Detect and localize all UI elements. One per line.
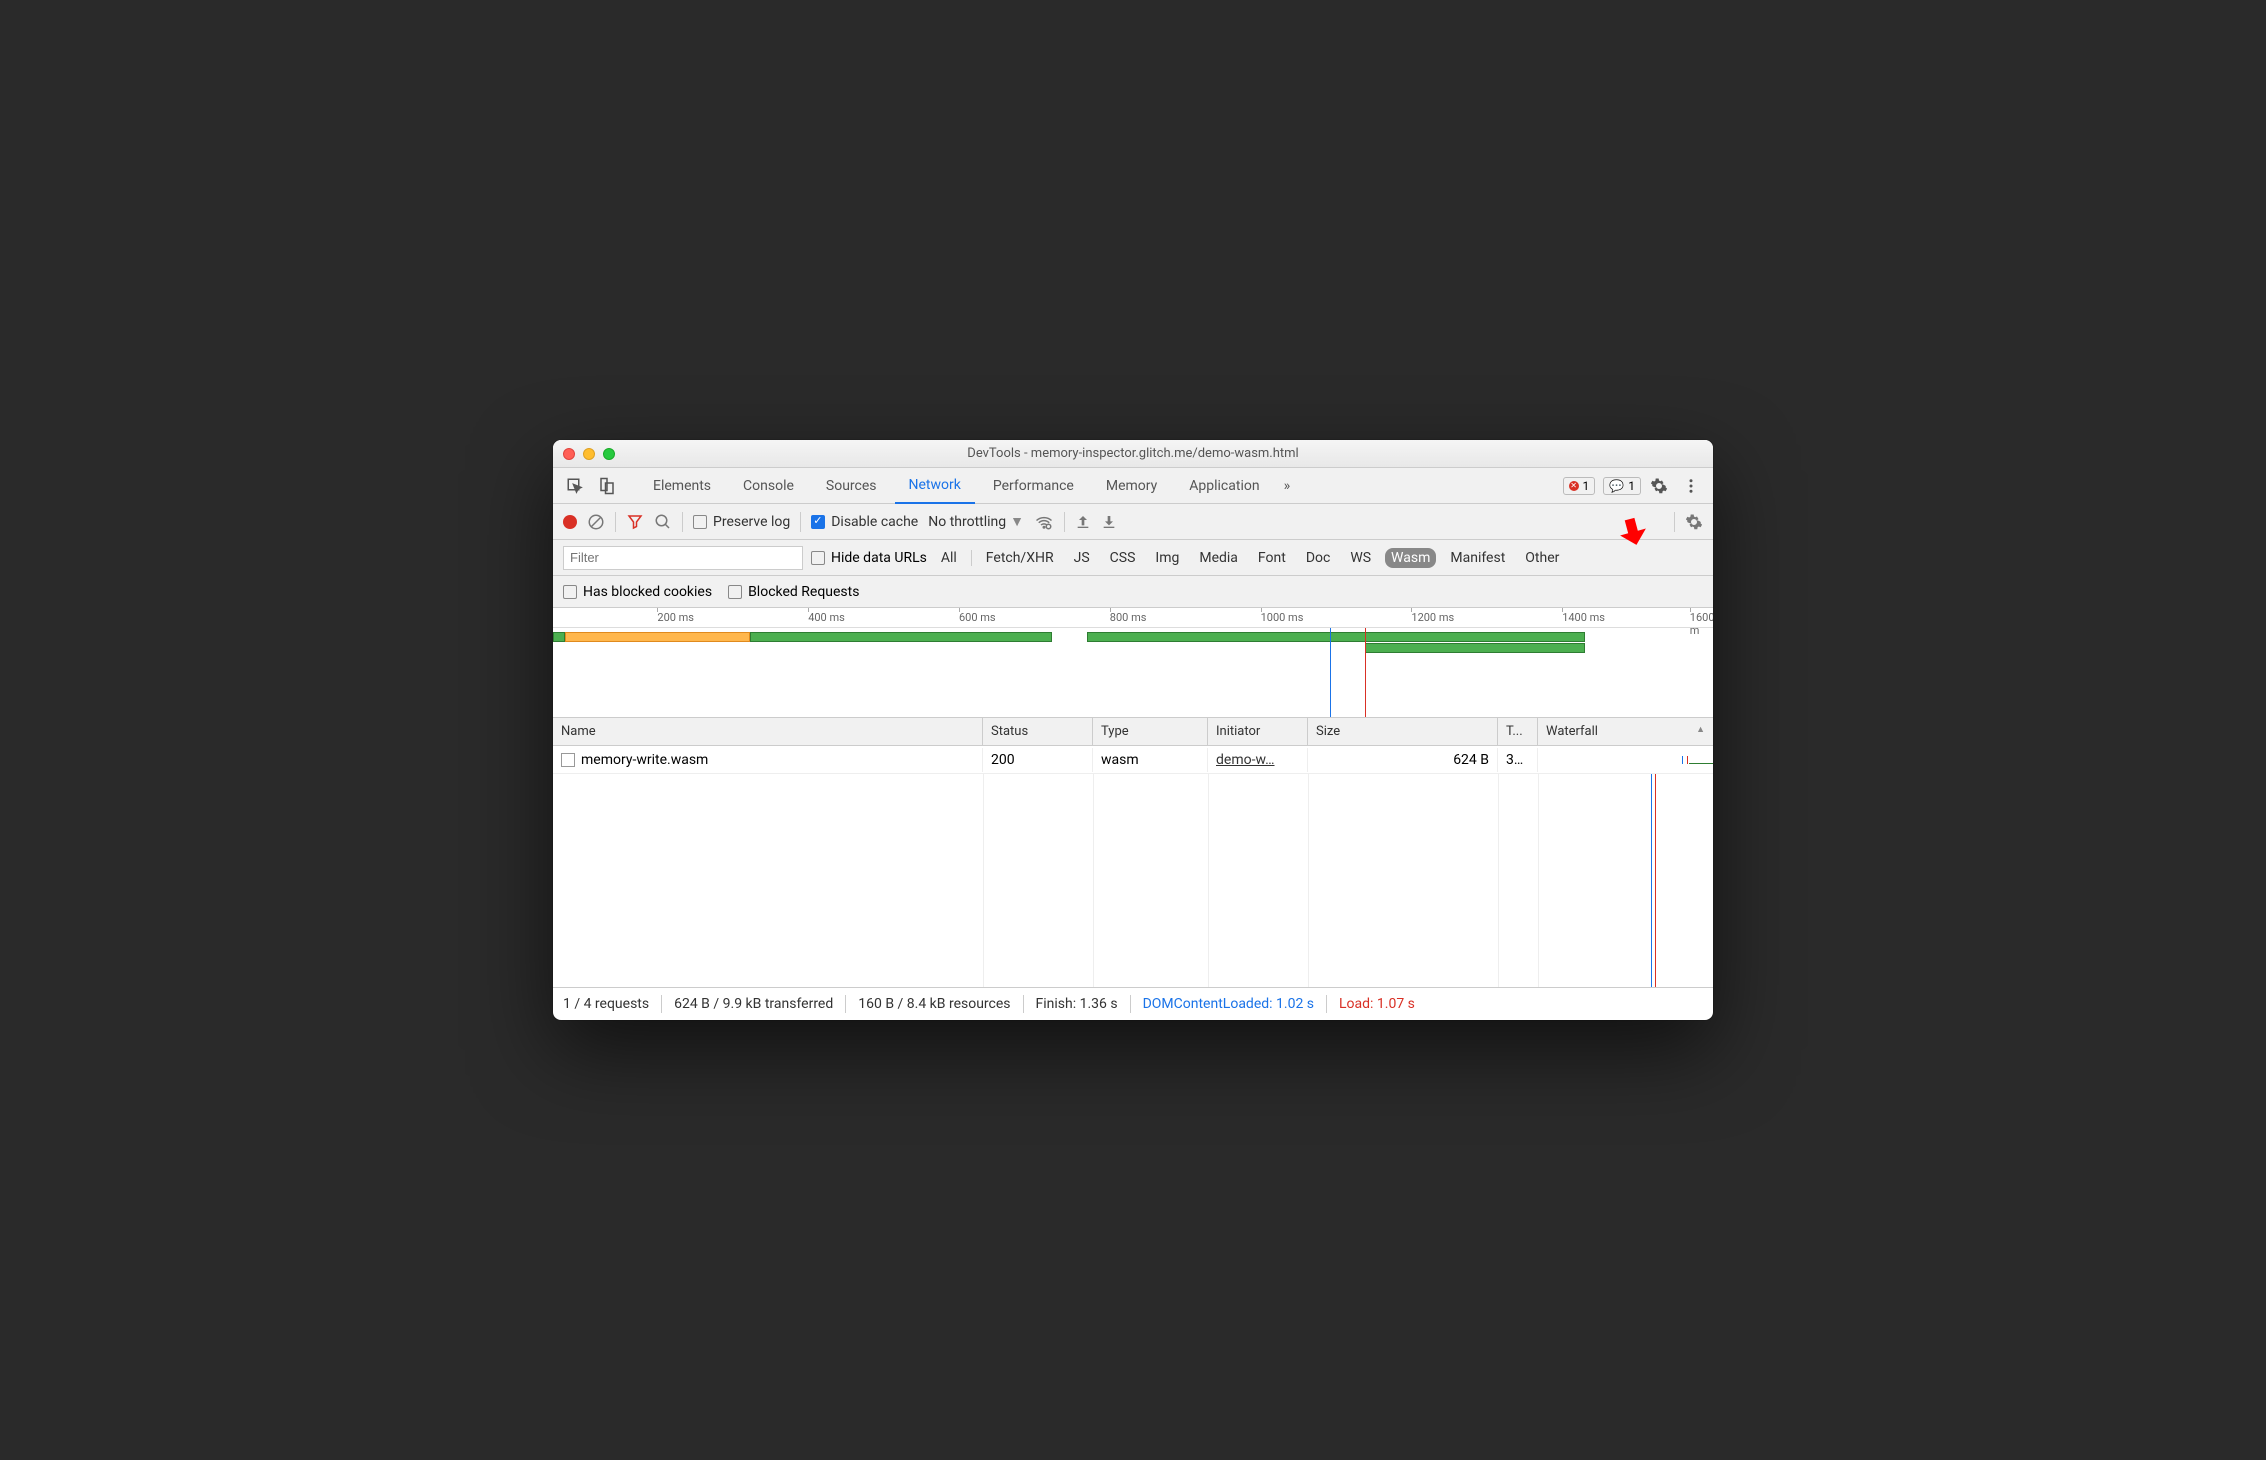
th-status[interactable]: Status bbox=[983, 718, 1093, 745]
titlebar: DevTools - memory-inspector.glitch.me/de… bbox=[553, 440, 1713, 468]
cell-waterfall bbox=[1538, 756, 1713, 764]
type-css[interactable]: CSS bbox=[1104, 548, 1142, 568]
type-other[interactable]: Other bbox=[1519, 548, 1565, 568]
th-waterfall[interactable]: Waterfall bbox=[1538, 718, 1713, 745]
main-tabs: Elements Console Sources Network Perform… bbox=[553, 468, 1713, 504]
load-marker bbox=[1365, 628, 1366, 717]
type-manifest[interactable]: Manifest bbox=[1444, 548, 1511, 568]
tab-elements[interactable]: Elements bbox=[639, 468, 725, 504]
tab-memory[interactable]: Memory bbox=[1092, 468, 1171, 504]
summary-finish: Finish: 1.36 s bbox=[1036, 996, 1118, 1012]
type-fetch[interactable]: Fetch/XHR bbox=[980, 548, 1060, 568]
table-row[interactable]: memory-write.wasm 200 wasm demo-w… 624 B… bbox=[553, 746, 1713, 774]
kebab-icon[interactable] bbox=[1677, 472, 1705, 500]
search-icon[interactable] bbox=[654, 513, 672, 531]
th-initiator[interactable]: Initiator bbox=[1208, 718, 1308, 745]
hide-data-urls-label: Hide data URLs bbox=[831, 550, 927, 566]
cell-status: 200 bbox=[983, 748, 1093, 772]
summary-dcl: DOMContentLoaded: 1.02 s bbox=[1143, 996, 1314, 1012]
devtools-window: DevTools - memory-inspector.glitch.me/de… bbox=[553, 440, 1713, 1020]
type-ws[interactable]: WS bbox=[1344, 548, 1377, 568]
throttling-select[interactable]: No throttling▼ bbox=[928, 513, 1024, 530]
tab-application[interactable]: Application bbox=[1175, 468, 1273, 504]
cell-size: 624 B bbox=[1308, 748, 1498, 772]
inspect-icon[interactable] bbox=[561, 472, 589, 500]
tab-network[interactable]: Network bbox=[895, 468, 975, 504]
has-blocked-cookies-checkbox[interactable]: Has blocked cookies bbox=[563, 584, 712, 600]
type-all[interactable]: All bbox=[935, 548, 963, 568]
filter-bar: Hide data URLs All Fetch/XHR JS CSS Img … bbox=[553, 540, 1713, 576]
summary-bar: 1 / 4 requests 624 B / 9.9 kB transferre… bbox=[553, 988, 1713, 1020]
summary-resources: 160 B / 8.4 kB resources bbox=[858, 996, 1010, 1012]
type-img[interactable]: Img bbox=[1149, 548, 1185, 568]
cell-initiator[interactable]: demo-w… bbox=[1216, 752, 1275, 768]
disable-cache-label: Disable cache bbox=[831, 514, 918, 530]
summary-requests: 1 / 4 requests bbox=[563, 996, 649, 1012]
dcl-marker bbox=[1330, 628, 1331, 717]
hide-data-urls-checkbox[interactable]: Hide data URLs bbox=[811, 550, 927, 566]
error-badge[interactable]: ✕1 bbox=[1563, 477, 1596, 495]
th-size[interactable]: Size bbox=[1308, 718, 1498, 745]
settings-icon[interactable] bbox=[1645, 472, 1673, 500]
tab-performance[interactable]: Performance bbox=[979, 468, 1088, 504]
request-table: Name Status Type Initiator Size T... Wat… bbox=[553, 718, 1713, 988]
download-icon[interactable] bbox=[1101, 514, 1117, 530]
disable-cache-checkbox[interactable]: Disable cache bbox=[811, 514, 918, 530]
cell-time: 3… bbox=[1498, 748, 1538, 772]
tab-console[interactable]: Console bbox=[729, 468, 808, 504]
type-doc[interactable]: Doc bbox=[1300, 548, 1337, 568]
filter-input[interactable] bbox=[563, 546, 803, 570]
timeline-overview[interactable]: 200 ms 400 ms 600 ms 800 ms 1000 ms 1200… bbox=[553, 608, 1713, 718]
timeline-ruler: 200 ms 400 ms 600 ms 800 ms 1000 ms 1200… bbox=[553, 608, 1713, 628]
message-badge[interactable]: 💬1 bbox=[1603, 477, 1641, 495]
network-toolbar: Preserve log Disable cache No throttling… bbox=[553, 504, 1713, 540]
tab-sources[interactable]: Sources bbox=[812, 468, 891, 504]
panel-settings-icon[interactable] bbox=[1685, 513, 1703, 531]
upload-icon[interactable] bbox=[1075, 514, 1091, 530]
record-button[interactable] bbox=[563, 515, 577, 529]
clear-icon[interactable] bbox=[587, 513, 605, 531]
summary-transferred: 624 B / 9.9 kB transferred bbox=[674, 996, 833, 1012]
file-icon bbox=[561, 753, 575, 767]
filter-icon[interactable] bbox=[626, 513, 644, 531]
type-wasm[interactable]: Wasm bbox=[1385, 548, 1436, 568]
preserve-log-label: Preserve log bbox=[713, 514, 790, 530]
preserve-log-checkbox[interactable]: Preserve log bbox=[693, 514, 790, 530]
type-js[interactable]: JS bbox=[1068, 548, 1096, 568]
network-conditions-icon[interactable] bbox=[1034, 513, 1054, 531]
table-body: memory-write.wasm 200 wasm demo-w… 624 B… bbox=[553, 746, 1713, 987]
table-header: Name Status Type Initiator Size T... Wat… bbox=[553, 718, 1713, 746]
window-title: DevTools - memory-inspector.glitch.me/de… bbox=[553, 446, 1713, 461]
cell-name: memory-write.wasm bbox=[581, 752, 708, 768]
message-count: 1 bbox=[1628, 479, 1635, 493]
has-blocked-cookies-label: Has blocked cookies bbox=[583, 584, 712, 600]
error-count: 1 bbox=[1583, 479, 1590, 493]
type-font[interactable]: Font bbox=[1252, 548, 1292, 568]
th-type[interactable]: Type bbox=[1093, 718, 1208, 745]
tabs-more[interactable]: » bbox=[1278, 468, 1297, 504]
blocked-requests-checkbox[interactable]: Blocked Requests bbox=[728, 584, 859, 600]
th-time[interactable]: T... bbox=[1498, 718, 1538, 745]
type-media[interactable]: Media bbox=[1193, 548, 1244, 568]
summary-load: Load: 1.07 s bbox=[1339, 996, 1415, 1012]
blocked-requests-label: Blocked Requests bbox=[748, 584, 859, 600]
filter-bar-2: Has blocked cookies Blocked Requests bbox=[553, 576, 1713, 608]
th-name[interactable]: Name bbox=[553, 718, 983, 745]
device-icon[interactable] bbox=[593, 472, 621, 500]
cell-type: wasm bbox=[1093, 748, 1208, 772]
timeline-bars bbox=[553, 630, 1713, 650]
